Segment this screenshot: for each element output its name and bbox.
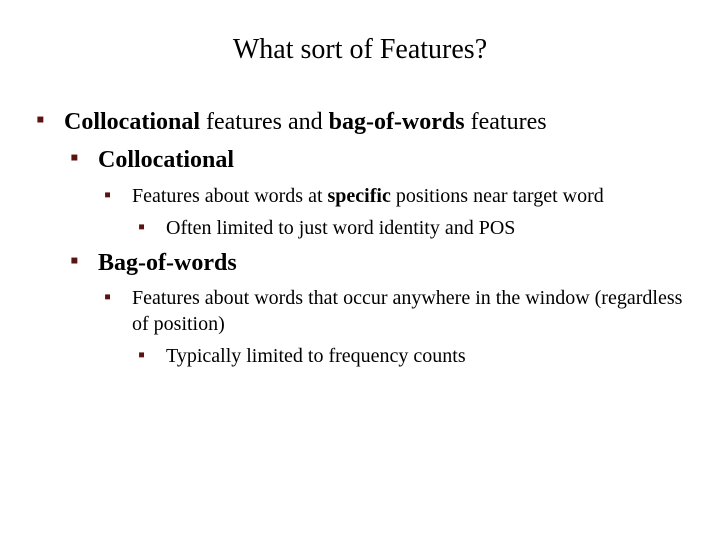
bullet-collocational-sub: Often limited to just word identity and … — [138, 215, 684, 241]
bullet-list: Collocational features and bag-of-words … — [36, 106, 684, 369]
bullet-bow-head: Bag-of-words — [70, 247, 684, 279]
bullet-collocational-feat: Features about words at specific positio… — [104, 183, 684, 209]
bullet-collocational-head: Collocational — [70, 144, 684, 176]
bullet-bow-sub: Typically limited to frequency counts — [138, 343, 684, 369]
bullet-main: Collocational features and bag-of-words … — [36, 106, 684, 138]
text-bow-feat: Features about words that occur anywhere… — [132, 287, 682, 335]
text-collocational-head: Collocational — [98, 147, 234, 173]
text-bow: bag-of-words — [329, 109, 465, 135]
bullet-bow-feat: Features about words that occur anywhere… — [104, 285, 684, 337]
slide-title: What sort of Features? — [36, 34, 684, 66]
text-tail: features — [465, 109, 547, 135]
text-bow-sub: Typically limited to frequency counts — [166, 345, 466, 367]
text-feat-bold: specific — [328, 185, 391, 207]
text-feat-post: positions near target word — [391, 185, 604, 207]
text-bow-head: Bag-of-words — [98, 250, 237, 276]
text-feat-pre: Features about words at — [132, 185, 328, 207]
slide: What sort of Features? Collocational fea… — [0, 0, 720, 540]
text-mid: features and — [200, 109, 329, 135]
text-collocational: Collocational — [64, 109, 200, 135]
text-colloc-sub: Often limited to just word identity and … — [166, 217, 515, 239]
